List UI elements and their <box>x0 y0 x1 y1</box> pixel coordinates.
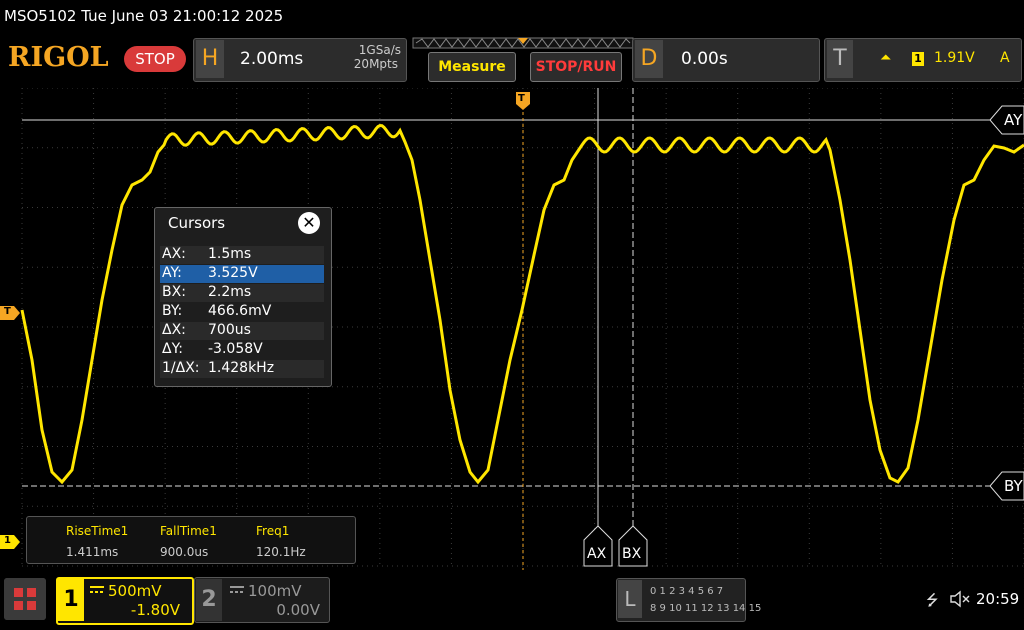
menu-button[interactable] <box>4 578 46 620</box>
memory-depth: 20Mpts <box>353 57 398 71</box>
memory-overview <box>412 37 634 49</box>
cursor-value: 700us <box>208 322 251 338</box>
cursor-value: 1.428kHz <box>208 360 275 376</box>
bx-label: BX <box>622 546 642 562</box>
by-label: BY <box>1004 477 1023 495</box>
cursor-row-dy[interactable]: ΔY: -3.058V <box>160 341 324 359</box>
close-icon[interactable]: ✕ <box>298 212 320 234</box>
trigger-level: 1.91V <box>934 50 975 66</box>
run-state-badge[interactable]: STOP <box>124 46 186 72</box>
channel2-number: 2 <box>196 579 222 621</box>
horizontal-letter: H <box>196 40 224 78</box>
cursor-value: 2.2ms <box>208 284 252 300</box>
cursor-row-ax[interactable]: AX: 1.5ms <box>160 246 324 264</box>
trigger-position-label: T <box>518 93 525 104</box>
cursor-key: BY: <box>162 303 183 319</box>
cursor-panel-title: Cursors <box>168 214 226 232</box>
trigger-mode: A <box>1000 50 1010 66</box>
trigger-letter: T <box>827 40 853 78</box>
logic-letter: L <box>618 580 642 618</box>
measure-button[interactable]: Measure <box>428 52 516 82</box>
cursor-key: ΔX: <box>162 322 186 338</box>
channel2-scale: 100mV <box>248 582 302 600</box>
cursor-key: AY: <box>162 265 182 281</box>
cursor-key: ΔY: <box>162 341 183 357</box>
cursor-value: 1.5ms <box>208 246 252 262</box>
measurement-label: FallTime1 <box>160 524 217 538</box>
dc-coupling-icon <box>90 586 104 593</box>
stop-run-button[interactable]: STOP/RUN <box>530 52 622 82</box>
measurement-value: 120.1Hz <box>256 545 306 559</box>
ch1-offset-label: 1 <box>4 535 11 546</box>
title-bar: MSO5102 Tue June 03 21:00:12 2025 <box>0 0 1024 34</box>
cursor-value: 3.525V <box>208 265 258 281</box>
trigger-level-label: T <box>4 306 11 317</box>
delay-value: 0.00s <box>681 49 728 69</box>
logic-channels-row2: 8 9 10 11 12 13 14 15 <box>650 603 762 614</box>
trigger-source: 1 <box>912 52 924 66</box>
cursor-row-by[interactable]: BY: 466.6mV <box>160 303 324 321</box>
cursor-row-bx[interactable]: BX: 2.2ms <box>160 284 324 302</box>
timebase-value: 2.00ms <box>240 49 304 69</box>
measurement-value: 1.411ms <box>66 545 119 559</box>
dc-coupling-icon <box>230 586 244 593</box>
measurement-value: 900.0us <box>160 545 209 559</box>
measurement-label: RiseTime1 <box>66 524 129 538</box>
cursor-row-ay[interactable]: AY: 3.525V <box>160 265 324 283</box>
rising-edge-icon: ⏶ <box>880 50 892 66</box>
channel1-scale: 500mV <box>108 582 162 600</box>
measurement-label: Freq1 <box>256 524 290 538</box>
logic-channels-row1: 0 1 2 3 4 5 6 7 <box>650 586 724 597</box>
cursor-row-inv-dx[interactable]: 1/ΔX: 1.428kHz <box>160 360 324 378</box>
cursor-key: AX: <box>162 246 186 262</box>
cursor-key: 1/ΔX: <box>162 360 200 376</box>
speaker-muted-icon-shape <box>950 590 970 608</box>
channel1-number: 1 <box>58 579 84 621</box>
status-clock: 20:59 <box>976 590 1020 608</box>
usb-icon: ⭍ <box>926 591 939 609</box>
device-datetime: MSO5102 Tue June 03 21:00:12 2025 <box>4 7 284 25</box>
cursor-key: BX: <box>162 284 186 300</box>
cursor-value: 466.6mV <box>208 303 272 319</box>
channel2-offset: 0.00V <box>276 601 320 619</box>
menu-grid-icon <box>4 578 46 620</box>
delay-letter: D <box>635 40 663 78</box>
channel1-offset: -1.80V <box>130 601 180 619</box>
rigol-logo: RIGOL <box>8 42 109 73</box>
sample-rate: 1GSa/s <box>358 43 401 57</box>
speaker-muted-icon[interactable] <box>950 590 970 612</box>
cursor-value: -3.058V <box>208 341 263 357</box>
ay-label: AY <box>1004 111 1023 129</box>
cursor-row-dx[interactable]: ΔX: 700us <box>160 322 324 340</box>
ax-label: AX <box>587 546 607 562</box>
